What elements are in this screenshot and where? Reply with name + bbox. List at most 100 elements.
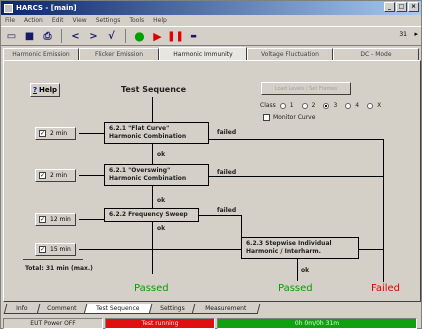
forward-icon[interactable]: > bbox=[86, 29, 101, 44]
step-1-box[interactable]: 6.2.1 "Flat Curve" Harmonic Combination bbox=[104, 122, 209, 144]
result-passed-left: Passed bbox=[134, 283, 169, 294]
monitor-curve-option[interactable]: Monitor Curve bbox=[263, 114, 315, 121]
maximize-button[interactable]: □ bbox=[396, 2, 407, 12]
play-icon[interactable]: ▶ bbox=[150, 29, 165, 44]
minimize-button[interactable]: _ bbox=[384, 2, 395, 12]
tab-harmonic-emission[interactable]: Harmonic Emission bbox=[3, 48, 79, 60]
menu-action[interactable]: Action bbox=[24, 17, 43, 24]
load-levels-button[interactable]: Load Levels / Set Frames bbox=[261, 82, 351, 95]
step-2-checkbox[interactable]: ✓ bbox=[39, 172, 46, 179]
step-1-time[interactable]: ✓ 2 min bbox=[35, 127, 76, 140]
tab-dc-mode[interactable]: DC - Mode bbox=[333, 48, 419, 60]
flow-line-failed bbox=[383, 139, 384, 282]
tab-info[interactable]: Info bbox=[3, 304, 41, 314]
class-option-label: 2 bbox=[311, 102, 316, 109]
zoom-value: 31 bbox=[399, 31, 407, 38]
window-controls: _ □ × bbox=[384, 2, 419, 12]
help-button[interactable]: ? Help bbox=[30, 83, 60, 97]
status-remaining: 0h 0m/0h 31m bbox=[217, 318, 417, 329]
step-3-failed-label: failed bbox=[217, 207, 237, 214]
step-2-box[interactable]: 6.2.1 "Overswing" Harmonic Combination bbox=[104, 164, 209, 186]
total-divider bbox=[23, 259, 83, 260]
pause-icon[interactable]: ❚❚ bbox=[167, 29, 184, 44]
step-2-time[interactable]: ✓ 2 min bbox=[35, 169, 76, 182]
flow-line-fail-1 bbox=[209, 139, 384, 140]
step-3-time[interactable]: ✓ 12 min bbox=[35, 213, 76, 226]
class-radio-1[interactable] bbox=[279, 102, 286, 109]
check-icon[interactable]: √ bbox=[104, 29, 119, 44]
tab-harmonic-immunity[interactable]: Harmonic Immunity bbox=[159, 47, 247, 60]
class-selector: Class 1 2 3 4 X bbox=[260, 102, 385, 109]
help-icon: ? bbox=[32, 86, 38, 94]
menu-file[interactable]: File bbox=[5, 17, 15, 24]
stop-icon[interactable]: ● bbox=[132, 29, 147, 44]
step-2-failed-label: failed bbox=[217, 169, 237, 176]
step-1-subtitle: Harmonic Combination bbox=[109, 133, 187, 140]
step-2-time-label: 2 min bbox=[50, 172, 68, 179]
total-time: Total: 31 min (max.) bbox=[25, 265, 93, 272]
class-option-label: 3 bbox=[333, 102, 338, 109]
step-3-time-label: 12 min bbox=[50, 216, 71, 223]
top-tabs: Harmonic Emission Flicker Emission Harmo… bbox=[3, 47, 421, 60]
app-icon bbox=[4, 3, 13, 13]
class-option-label: X bbox=[377, 102, 382, 109]
step-1-checkbox[interactable]: ✓ bbox=[39, 130, 46, 137]
monitor-curve-checkbox[interactable] bbox=[263, 114, 270, 121]
toolbar: ▭ ■ ⎙ < > √ ● ▶ ❚❚ ▬ 31 ▸ bbox=[1, 26, 421, 46]
flow-line-passed-right bbox=[297, 257, 298, 281]
class-radio-3[interactable] bbox=[323, 102, 330, 109]
tab-comment[interactable]: Comment bbox=[36, 304, 88, 314]
toolbar-separator bbox=[125, 29, 126, 43]
close-button[interactable]: × bbox=[408, 2, 419, 12]
print-icon[interactable]: ⎙ bbox=[40, 29, 55, 44]
step-4-time-label: 15 min bbox=[50, 246, 71, 253]
tab-measurement[interactable]: Measurement bbox=[191, 304, 261, 314]
bottom-tabs: Info Comment Test Sequence Settings Meas… bbox=[3, 304, 261, 315]
menu-bar: File Action Edit View Settings Tools Hel… bbox=[1, 15, 421, 26]
tab-test-sequence-label: Test Sequence bbox=[96, 305, 140, 312]
step-3-box[interactable]: 6.2.2 Frequency Sweep bbox=[104, 208, 199, 222]
flow-line-fail-4 bbox=[359, 249, 384, 250]
time-connector-2 bbox=[79, 175, 104, 176]
flow-line-fail-2 bbox=[209, 176, 384, 177]
window-title: HARCS - [main] bbox=[16, 4, 77, 12]
sequence-title: Test Sequence bbox=[121, 85, 187, 94]
result-failed: Failed bbox=[371, 283, 401, 294]
time-connector-1 bbox=[79, 133, 104, 134]
step-4-checkbox[interactable]: ✓ bbox=[39, 246, 46, 253]
tab-voltage-fluctuation[interactable]: Voltage Fluctuation bbox=[247, 48, 333, 60]
tab-info-label: Info bbox=[16, 305, 28, 312]
menu-edit[interactable]: Edit bbox=[52, 17, 64, 24]
back-icon[interactable]: < bbox=[68, 29, 83, 44]
toolbar-separator bbox=[61, 29, 62, 43]
menu-view[interactable]: View bbox=[72, 17, 86, 24]
class-radio-4[interactable] bbox=[345, 102, 352, 109]
save-icon[interactable]: ■ bbox=[22, 29, 37, 44]
result-passed-right: Passed bbox=[278, 283, 313, 294]
time-connector-3 bbox=[79, 219, 104, 220]
class-radio-x[interactable] bbox=[367, 102, 374, 109]
step-3-checkbox[interactable]: ✓ bbox=[39, 216, 46, 223]
monitor-icon[interactable]: ▬ bbox=[186, 29, 201, 44]
step-2-subtitle: Harmonic Combination bbox=[109, 175, 187, 182]
step-1-failed-label: failed bbox=[217, 129, 237, 136]
menu-help[interactable]: Help bbox=[153, 17, 167, 24]
step-4-time[interactable]: ✓ 15 min bbox=[35, 243, 76, 256]
step-4-box[interactable]: 6.2.3 Stepwise Individual Harmonic / Int… bbox=[241, 237, 359, 259]
class-option-label: 1 bbox=[289, 102, 294, 109]
title-bar: HARCS - [main] _ □ × bbox=[1, 1, 421, 15]
open-icon[interactable]: ▭ bbox=[4, 29, 19, 44]
status-test: Test running bbox=[105, 318, 215, 329]
tab-test-sequence[interactable]: Test Sequence bbox=[83, 304, 153, 314]
menu-settings[interactable]: Settings bbox=[96, 17, 121, 24]
tab-flicker-emission[interactable]: Flicker Emission bbox=[79, 48, 159, 60]
step-2-ok-label: ok bbox=[157, 197, 166, 204]
class-label: Class bbox=[260, 102, 276, 109]
toolbar-arrow-icon[interactable]: ▸ bbox=[414, 30, 418, 38]
time-connector-4 bbox=[79, 249, 241, 250]
class-radio-2[interactable] bbox=[301, 102, 308, 109]
help-label: Help bbox=[39, 86, 58, 94]
step-3-title: 6.2.2 Frequency Sweep bbox=[109, 211, 188, 218]
menu-tools[interactable]: Tools bbox=[129, 17, 144, 24]
tab-settings[interactable]: Settings bbox=[148, 304, 196, 314]
